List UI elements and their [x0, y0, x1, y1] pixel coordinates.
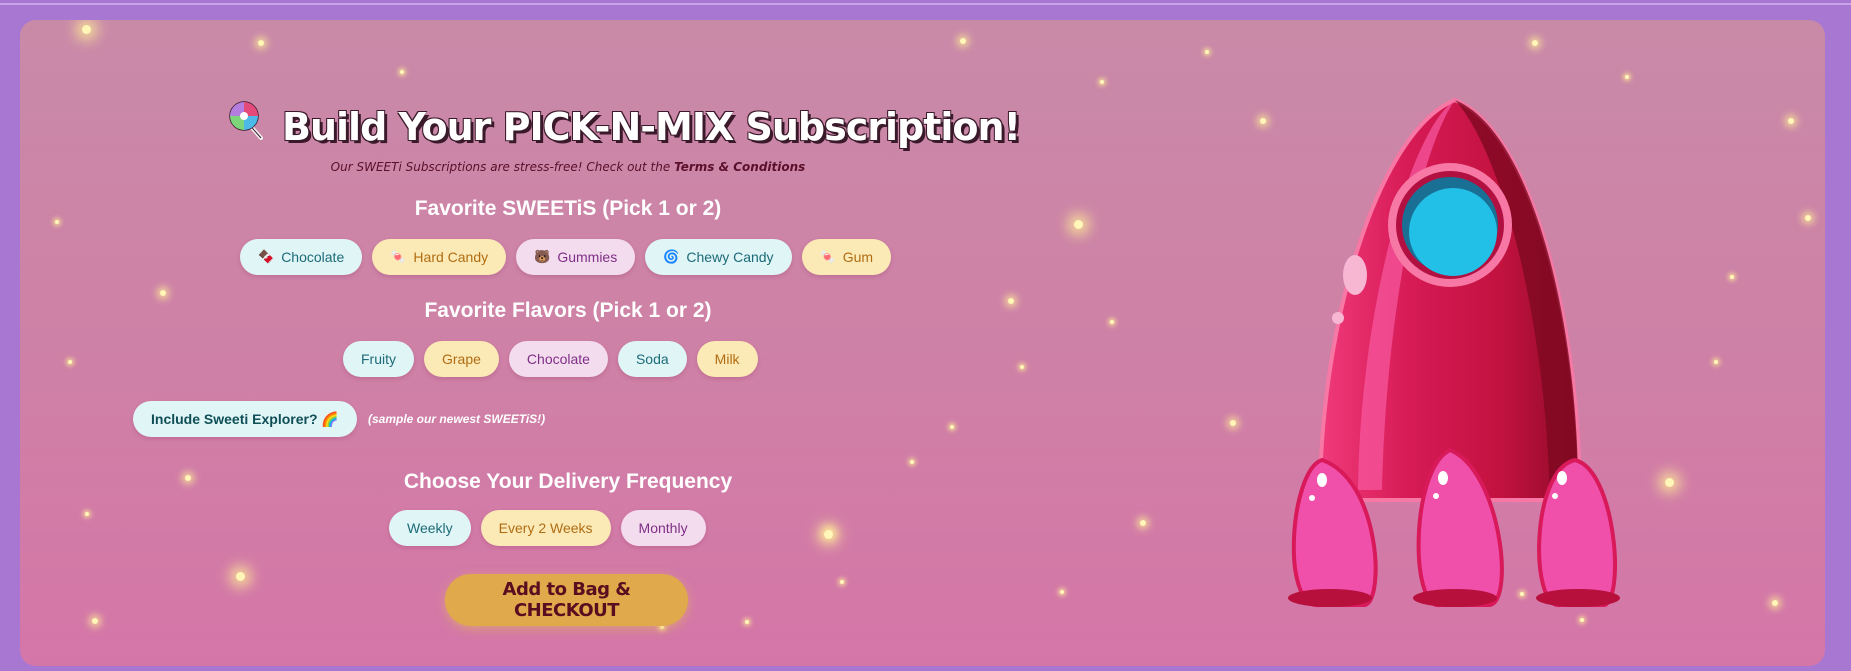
- explorer-note: (sample our newest SWEETiS!): [368, 412, 546, 426]
- flavor-option-milk[interactable]: Milk: [696, 341, 758, 377]
- explorer-label: Include Sweeti Explorer? 🌈: [151, 410, 339, 427]
- star: [1532, 40, 1538, 46]
- star: [1074, 220, 1083, 229]
- delivery-option-every-2-weeks[interactable]: Every 2 Weeks: [480, 510, 611, 546]
- star: [826, 530, 832, 536]
- subscription-panel: Build Your PICK-N-MIX Subscription! Our …: [20, 20, 1825, 666]
- star: [1665, 478, 1674, 487]
- sweeti-option-gum[interactable]: 🍬 Gum: [801, 239, 892, 275]
- option-label: Hard Candy: [413, 249, 489, 265]
- rocket-illustration: [1260, 90, 1620, 624]
- star: [400, 70, 404, 74]
- page-title-text: Build Your PICK-N-MIX Subscription!: [282, 105, 1021, 149]
- star: [950, 425, 954, 429]
- sweetis-heading: Favorite SWEETiS (Pick 1 or 2): [414, 197, 722, 220]
- delivery-heading: Choose Your Delivery Frequency: [403, 470, 733, 493]
- star: [1772, 600, 1778, 606]
- delivery-option-weekly[interactable]: Weekly: [389, 510, 471, 546]
- rocket-icon: [1288, 97, 1620, 608]
- star: [1730, 275, 1734, 279]
- flavors-heading: Favorite Flavors (Pick 1 or 2): [424, 299, 712, 322]
- option-label: Gummies: [557, 249, 618, 265]
- star: [55, 220, 59, 224]
- star: [185, 475, 191, 481]
- star: [258, 40, 264, 46]
- star: [82, 25, 91, 34]
- star: [1020, 365, 1024, 369]
- star: [1714, 360, 1718, 364]
- star: [1060, 590, 1064, 594]
- terms-link[interactable]: Terms & Conditions: [674, 160, 805, 174]
- star: [745, 620, 749, 624]
- star: [160, 290, 166, 296]
- candy-icon: 🍬: [390, 249, 407, 264]
- star: [1110, 320, 1114, 324]
- flavor-option-fruity[interactable]: Fruity: [343, 341, 414, 377]
- sweetis-options: 🍫 Chocolate 🍬 Hard Candy 🐻 Gummies 🌀 Che…: [240, 239, 892, 275]
- star: [840, 580, 844, 584]
- star: [92, 618, 98, 624]
- star: [960, 38, 966, 44]
- star: [85, 512, 89, 516]
- star: [910, 460, 914, 464]
- option-label: Gum: [842, 249, 874, 265]
- delivery-options: Weekly Every 2 Weeks Monthly: [389, 510, 706, 546]
- star: [1100, 80, 1104, 84]
- option-label: Chewy Candy: [686, 249, 774, 265]
- subtitle-text: Our SWEETi Subscriptions are stress-free…: [330, 160, 675, 174]
- star: [236, 572, 245, 581]
- sweeti-option-chocolate[interactable]: 🍫 Chocolate: [240, 239, 363, 275]
- star: [824, 530, 833, 539]
- sweeti-explorer-toggle[interactable]: Include Sweeti Explorer? 🌈: [133, 401, 357, 437]
- option-label: Chocolate: [281, 249, 345, 265]
- star: [1805, 215, 1811, 221]
- gum-icon: 🍬: [819, 249, 836, 264]
- star: [1230, 420, 1236, 426]
- star: [1205, 50, 1209, 54]
- bear-icon: 🐻: [534, 249, 551, 264]
- flavor-option-chocolate[interactable]: Chocolate: [508, 341, 608, 377]
- subtitle: Our SWEETi Subscriptions are stress-free…: [228, 160, 908, 174]
- star: [1625, 75, 1629, 79]
- delivery-option-monthly[interactable]: Monthly: [620, 510, 706, 546]
- top-border: [0, 3, 1851, 5]
- lollipop-icon: [228, 100, 268, 149]
- star: [1788, 118, 1794, 124]
- page-title: Build Your PICK-N-MIX Subscription!: [228, 100, 1021, 149]
- sweeti-option-chewy-candy[interactable]: 🌀 Chewy Candy: [645, 239, 792, 275]
- flavor-option-grape[interactable]: Grape: [424, 341, 499, 377]
- star: [1140, 520, 1146, 526]
- star: [1008, 298, 1014, 304]
- sweeti-option-gummies[interactable]: 🐻 Gummies: [516, 239, 636, 275]
- flavor-option-soda[interactable]: Soda: [617, 341, 687, 377]
- sweeti-option-hard-candy[interactable]: 🍬 Hard Candy: [372, 239, 507, 275]
- flavor-options: Fruity Grape Chocolate Soda Milk: [343, 341, 758, 377]
- star: [68, 360, 72, 364]
- chocolate-bar-icon: 🍫: [258, 249, 275, 264]
- checkout-button[interactable]: Add to Bag & CHECKOUT: [445, 574, 688, 626]
- swirl-icon: 🌀: [663, 249, 680, 264]
